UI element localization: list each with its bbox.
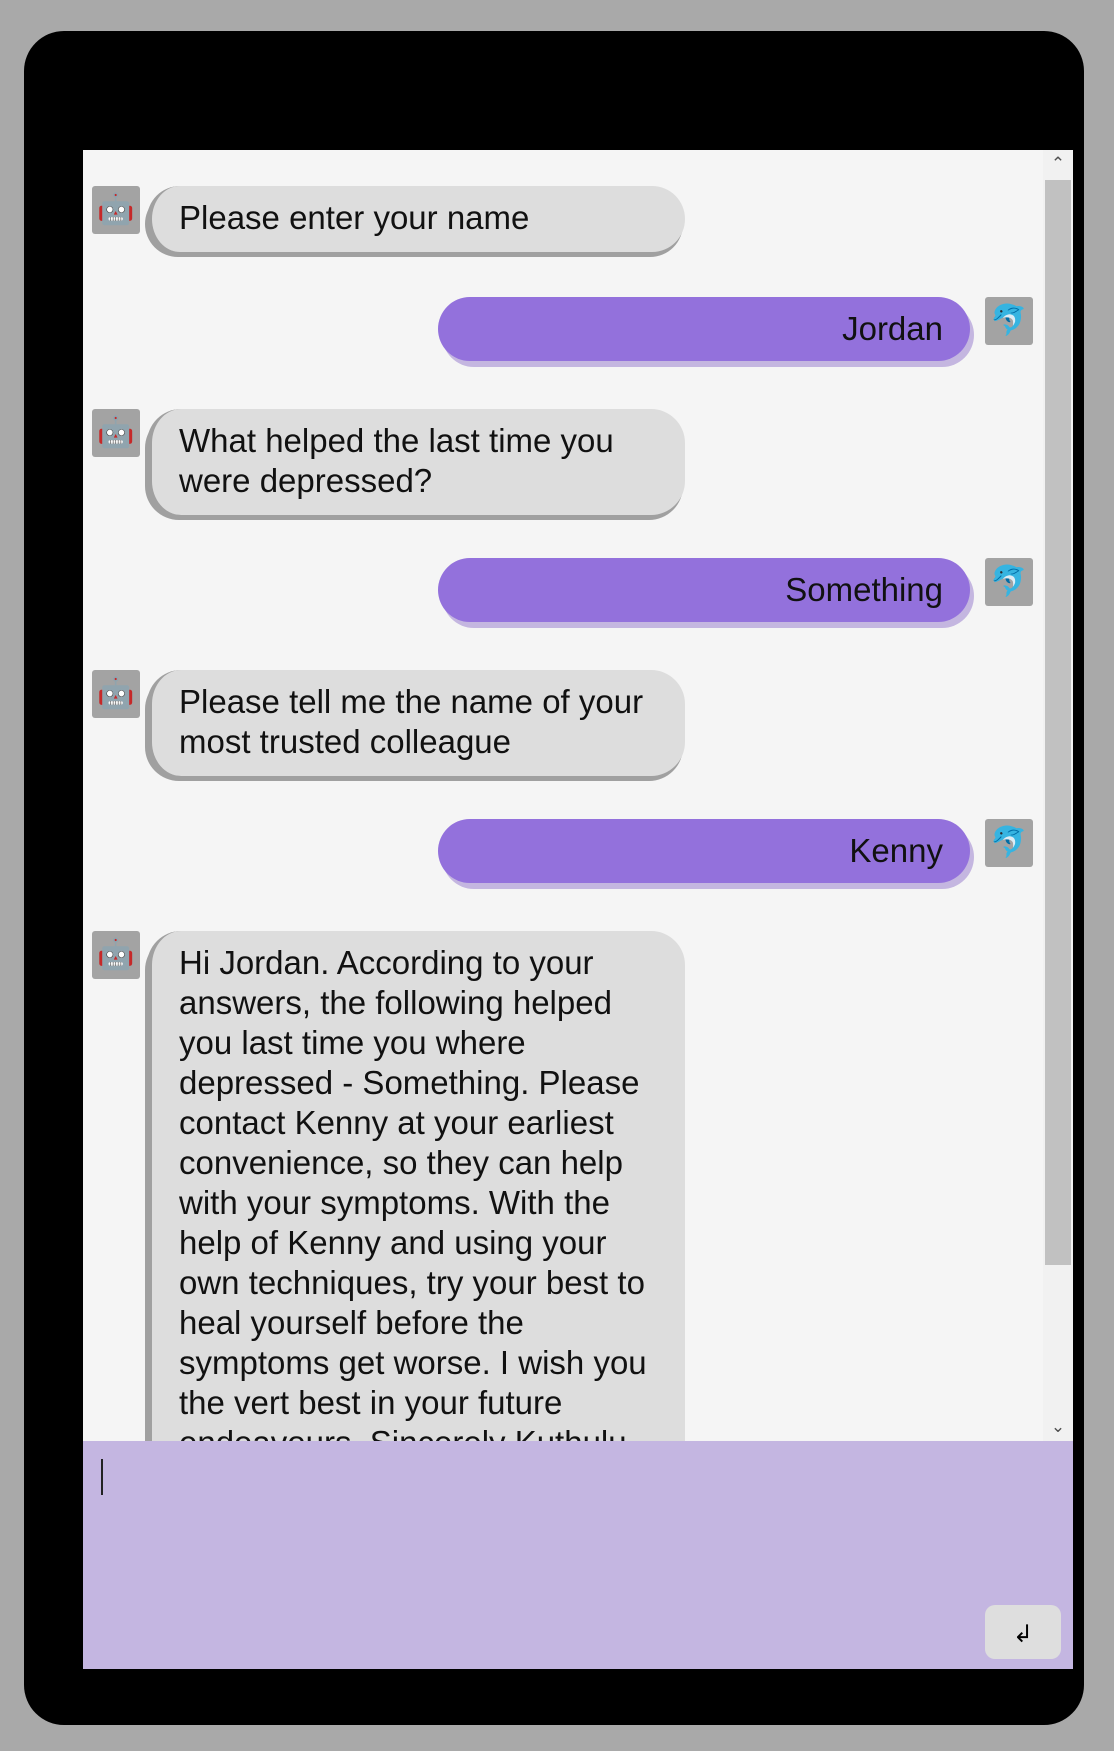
enter-icon: ↲: [1012, 1620, 1034, 1648]
scroll-down-icon[interactable]: ⌄: [1043, 1413, 1073, 1441]
dolphin-icon: 🐬: [985, 819, 1033, 867]
dolphin-icon: 🐬: [985, 297, 1033, 345]
bot-message: Hi Jordan. According to your answers, th…: [147, 931, 685, 1441]
robot-icon: 🤖: [92, 670, 140, 718]
user-message: Jordan: [438, 297, 970, 361]
robot-icon: 🤖: [92, 186, 140, 234]
bot-message: What helped the last time you were depre…: [147, 409, 685, 515]
bot-message: Please tell me the name of your most tru…: [147, 670, 685, 776]
chat-scrollbar[interactable]: ⌃ ⌄: [1043, 150, 1073, 1441]
chat-log[interactable]: 🤖 Please enter your name 🐬 Jordan 🤖 What…: [83, 150, 1043, 1441]
text-caret: [101, 1459, 103, 1495]
robot-icon: 🤖: [92, 409, 140, 457]
device-frame: 🤖 Please enter your name 🐬 Jordan 🤖 What…: [24, 31, 1084, 1725]
user-message: Kenny: [438, 819, 970, 883]
user-message: Something: [438, 558, 970, 622]
dolphin-icon: 🐬: [985, 558, 1033, 606]
scroll-up-icon[interactable]: ⌃: [1043, 150, 1073, 178]
message-input[interactable]: ↲: [83, 1441, 1073, 1669]
chat-screen: 🤖 Please enter your name 🐬 Jordan 🤖 What…: [83, 150, 1073, 1669]
bot-message: Please enter your name: [147, 186, 685, 252]
send-button[interactable]: ↲: [985, 1605, 1061, 1659]
scroll-thumb[interactable]: [1045, 180, 1071, 1265]
robot-icon: 🤖: [92, 931, 140, 979]
